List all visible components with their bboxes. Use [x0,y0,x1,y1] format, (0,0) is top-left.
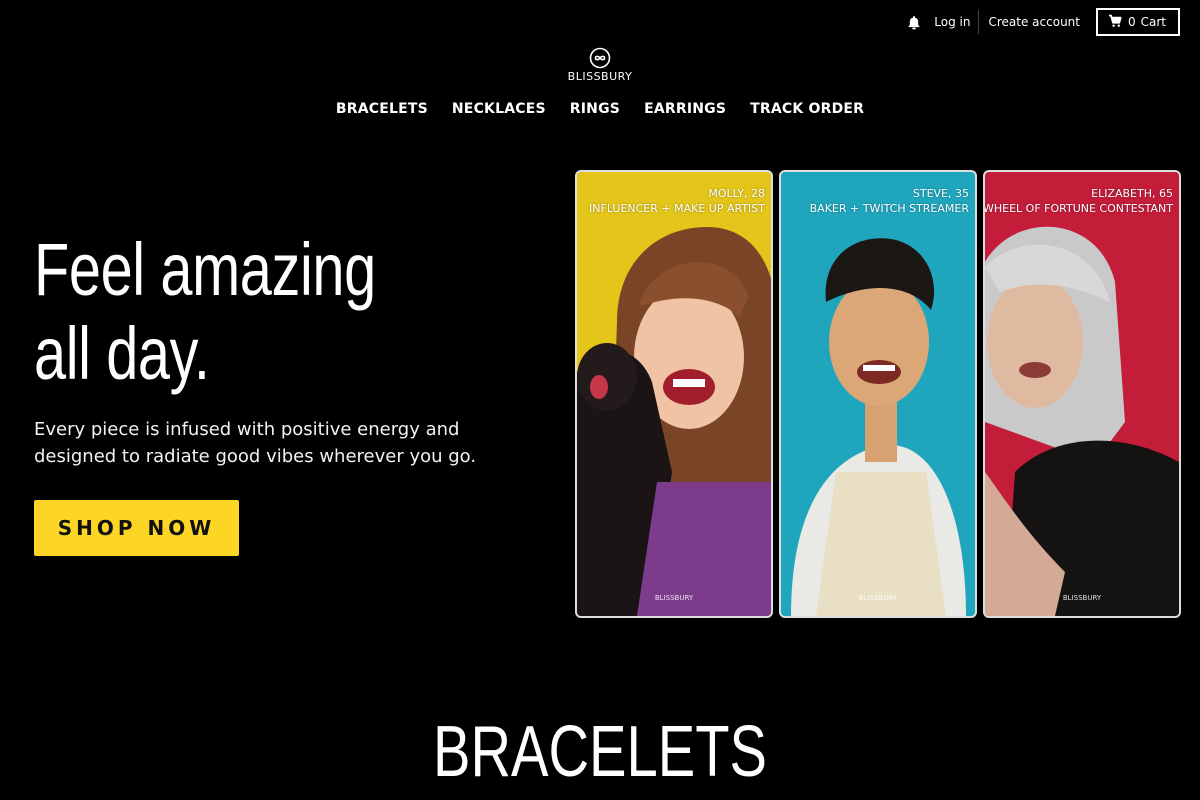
infinity-circle-icon [589,47,611,69]
card-brand: BLISSBURY [858,594,898,602]
logo-wordmark: BLISSBURY [567,70,633,83]
card-person-name: ELIZABETH, 65 [1091,187,1173,200]
hero-image-gallery: MOLLY, 28 INFLUENCER + MAKE UP ARTIST BL… [575,170,1181,618]
card-caption: ELIZABETH, 65 WHEEL OF FORTUNE CONTESTAN… [983,186,1173,216]
bell-icon[interactable] [906,14,922,30]
portrait-image [577,227,771,616]
card-person-name: STEVE, 35 [912,187,969,200]
portrait-image [791,238,966,616]
card-caption: MOLLY, 28 INFLUENCER + MAKE UP ARTIST [589,186,765,216]
nav-item-earrings[interactable]: EARRINGS [644,101,726,117]
nav-item-bracelets[interactable]: BRACELETS [336,101,428,117]
site-logo[interactable]: BLISSBURY [0,47,1200,83]
card-person-role: INFLUENCER + MAKE UP ARTIST [589,202,765,215]
card-brand: BLISSBURY [654,594,694,602]
card-caption: STEVE, 35 BAKER + TWITCH STREAMER [810,186,969,216]
card-person-role: WHEEL OF FORTUNE CONTESTANT [983,202,1173,215]
card-person-name: MOLLY, 28 [708,187,765,200]
nav-item-rings[interactable]: RINGS [570,101,620,117]
cart-button[interactable]: 0 Cart [1095,8,1180,36]
photo-card-molly: MOLLY, 28 INFLUENCER + MAKE UP ARTIST BL… [575,170,773,618]
hero-title: Feel amazing all day. [34,228,376,395]
cart-icon [1108,14,1122,31]
card-brand: BLISSBURY [1062,594,1102,602]
section-title-bracelets: BRACELETS [433,712,767,792]
card-person-role: BAKER + TWITCH STREAMER [809,202,969,215]
login-link[interactable]: Log in [934,10,980,34]
utility-bar: Log in Create account 0 Cart [906,8,1180,36]
nav-item-track-order[interactable]: TRACK ORDER [750,101,864,117]
cart-count: 0 [1127,15,1136,29]
shop-now-button[interactable]: SHOP NOW [34,500,239,556]
hero-subtitle: Every piece is infused with positive ene… [34,419,477,467]
nav-item-necklaces[interactable]: NECKLACES [452,101,546,117]
portrait-image [985,226,1179,616]
main-nav: BRACELETS NECKLACES RINGS EARRINGS TRACK… [0,101,1200,117]
cart-label: Cart [1140,15,1166,29]
photo-card-steve: STEVE, 35 BAKER + TWITCH STREAMER BLISSB… [779,170,977,618]
create-account-link[interactable]: Create account [988,15,1080,29]
photo-card-elizabeth: ELIZABETH, 65 WHEEL OF FORTUNE CONTESTAN… [983,170,1181,618]
